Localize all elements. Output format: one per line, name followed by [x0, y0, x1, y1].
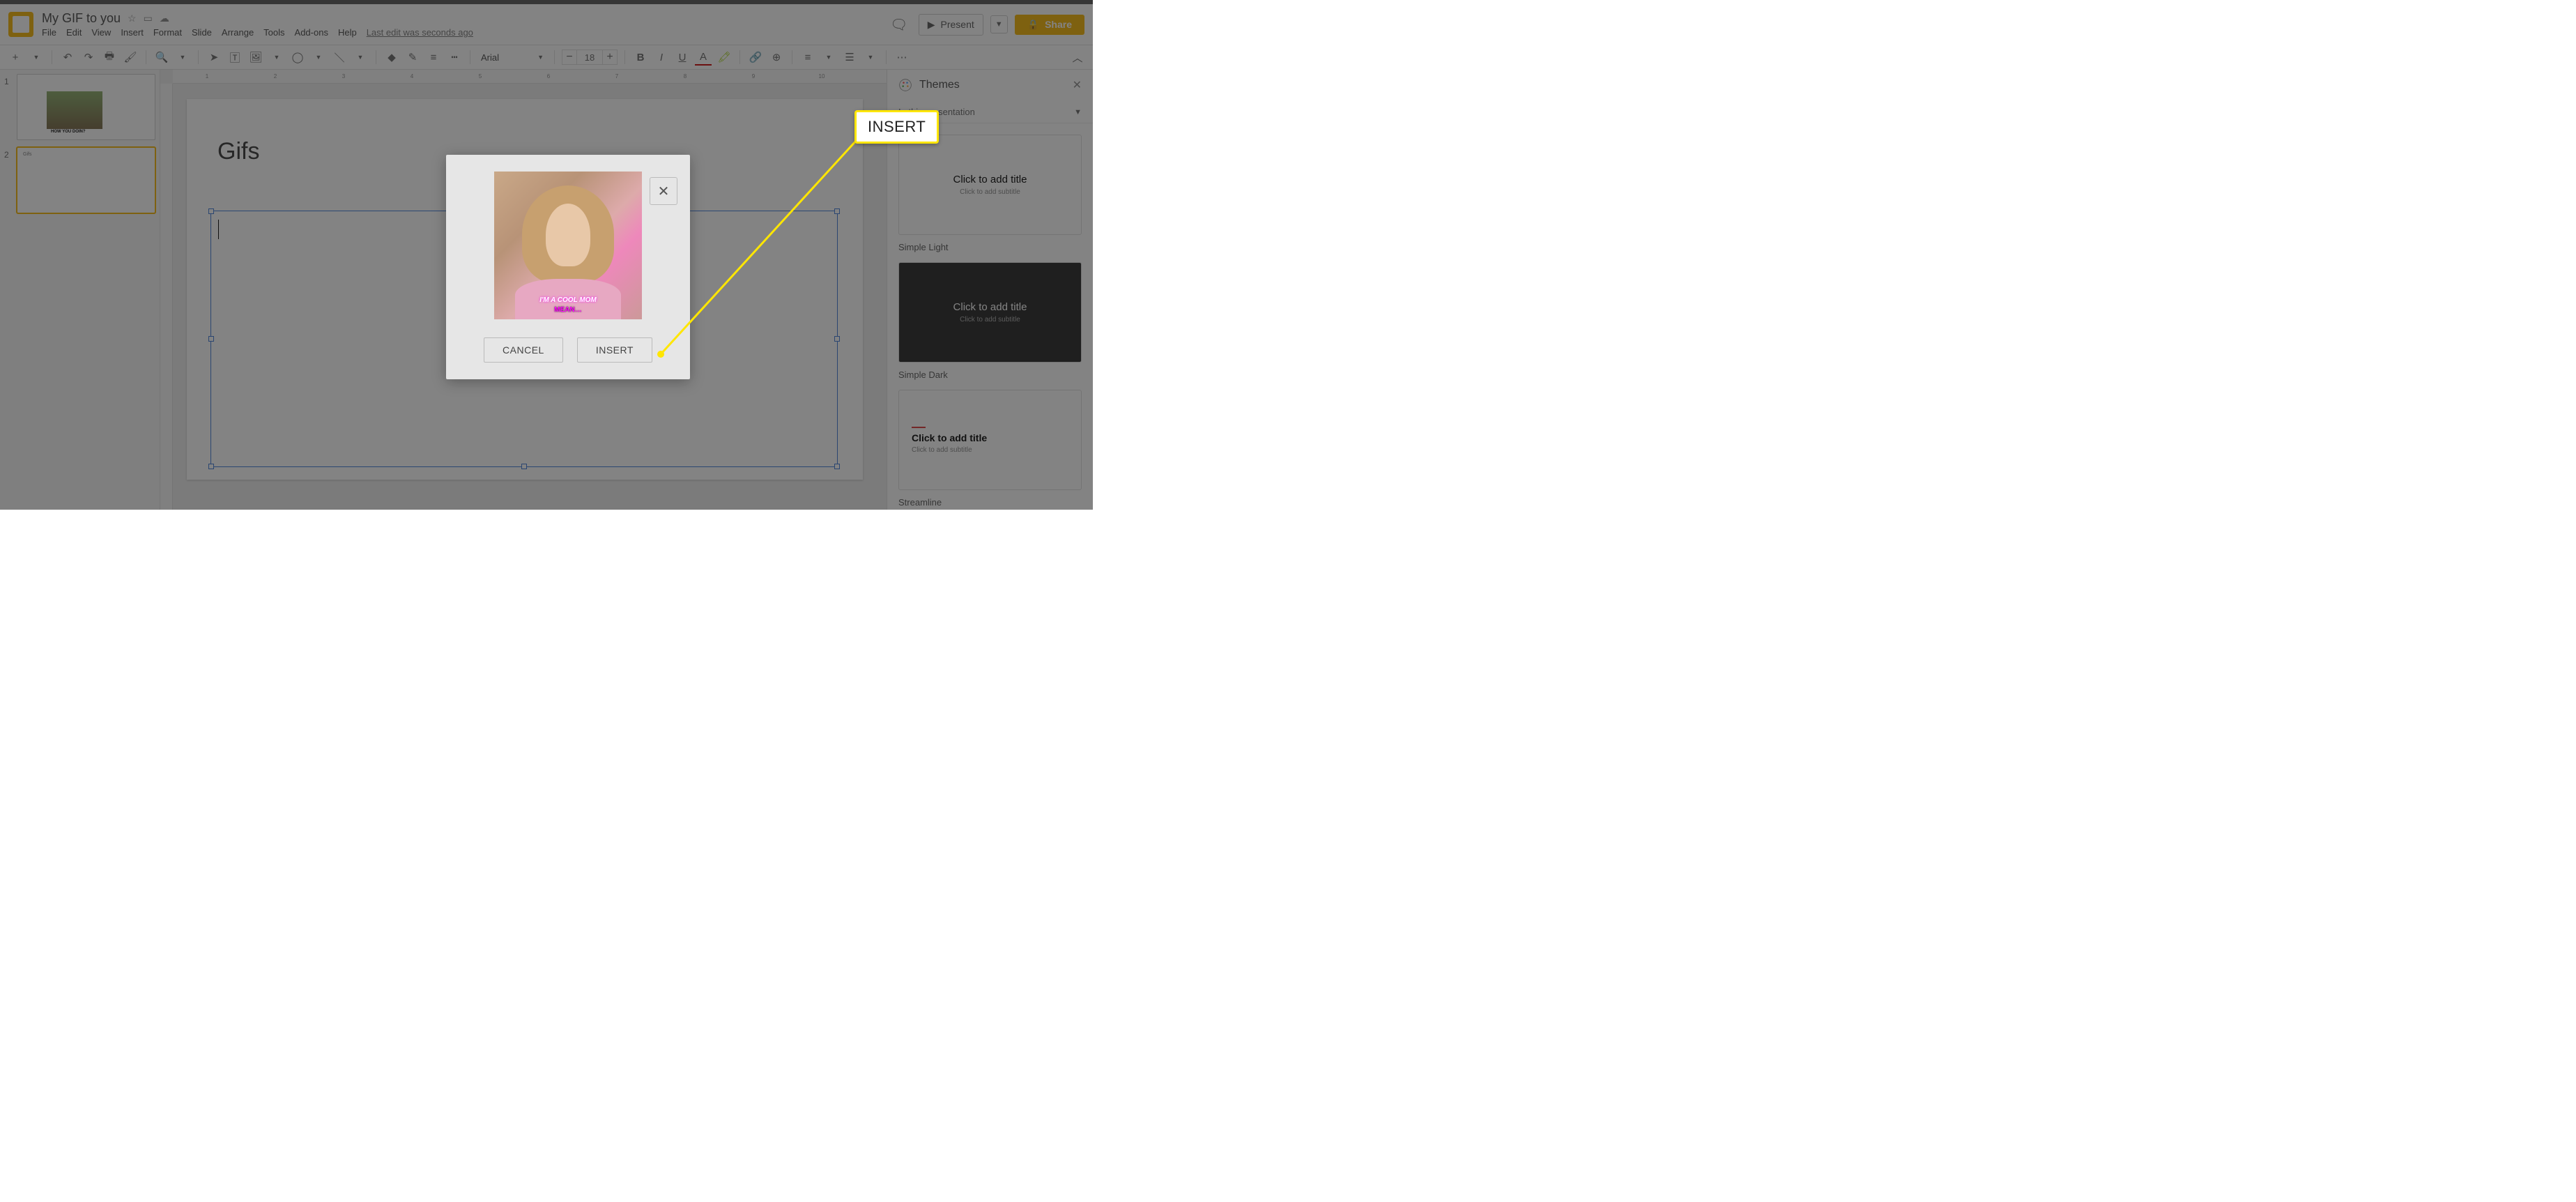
gif-caption-2: MEAN… — [494, 306, 642, 314]
callout-label: INSERT — [854, 110, 939, 144]
gif-caption-1: I'M A COOL MOM — [494, 296, 642, 304]
gif-preview-image: I'M A COOL MOM MEAN… — [494, 172, 642, 319]
insert-button[interactable]: INSERT — [577, 337, 652, 363]
modal-close-button[interactable]: ✕ — [650, 177, 677, 205]
cancel-button[interactable]: CANCEL — [484, 337, 563, 363]
close-icon: ✕ — [658, 183, 670, 200]
insert-gif-modal: ✕ I'M A COOL MOM MEAN… CANCEL INSERT — [446, 155, 690, 379]
